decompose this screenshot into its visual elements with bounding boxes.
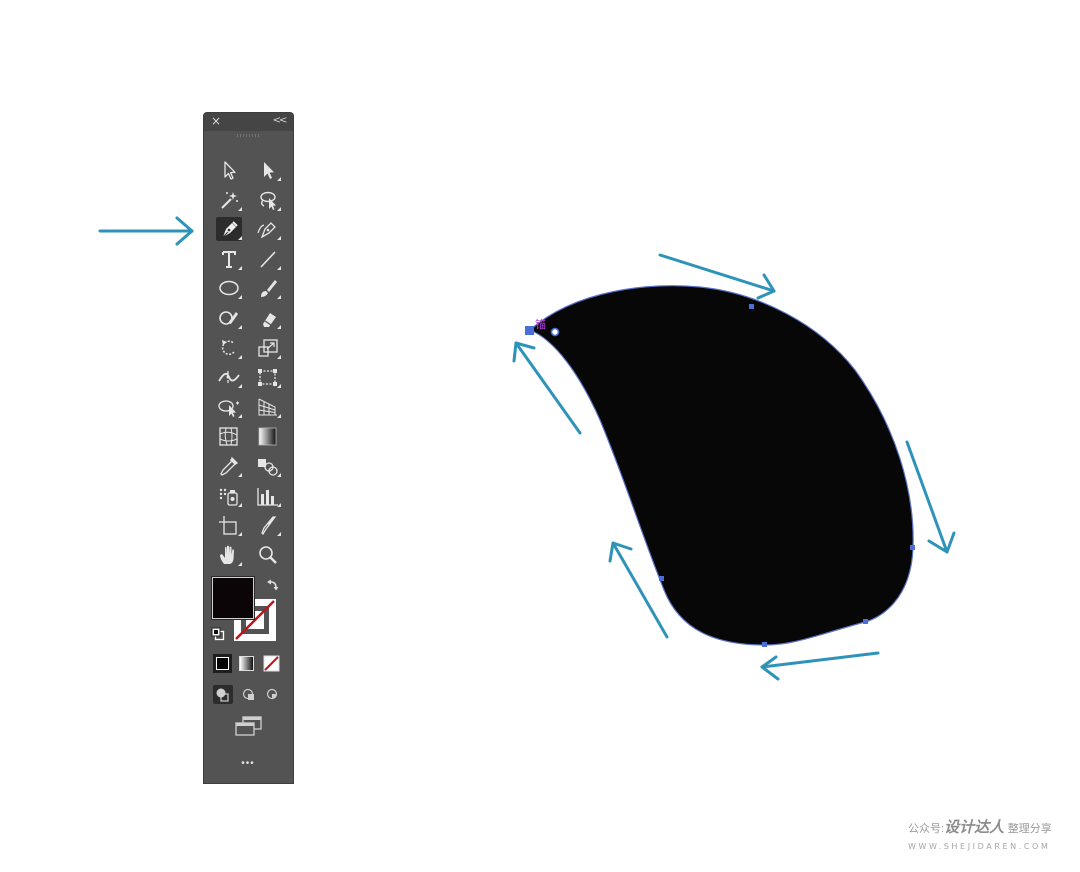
anchor-point[interactable] <box>749 304 754 309</box>
pen-close-cursor-icon <box>550 327 560 337</box>
anchor-label: 锚 <box>535 317 546 331</box>
start-anchor[interactable] <box>525 326 534 335</box>
artwork-canvas: 锚 <box>98 216 956 681</box>
watermark-suffix: 整理分享 <box>1007 823 1052 835</box>
watermark-prefix: 公众号: <box>908 823 945 835</box>
watermark-url: WWW.SHEJIDAREN.COM <box>908 842 1051 851</box>
anchor-point[interactable] <box>762 642 767 647</box>
anchor-point[interactable] <box>863 619 868 624</box>
watermark: 公众号:设计达人 整理分享 WWW.SHEJIDAREN.COM <box>908 820 1068 855</box>
path-direction-arrow <box>760 651 880 681</box>
path-direction-arrow <box>905 440 956 554</box>
anchor-point[interactable] <box>659 576 664 581</box>
arrow-to-pen-tool <box>98 216 194 246</box>
watermark-brand: 设计达人 <box>944 819 1005 836</box>
leaf-shape[interactable] <box>528 285 914 646</box>
anchor-point[interactable] <box>910 545 915 550</box>
